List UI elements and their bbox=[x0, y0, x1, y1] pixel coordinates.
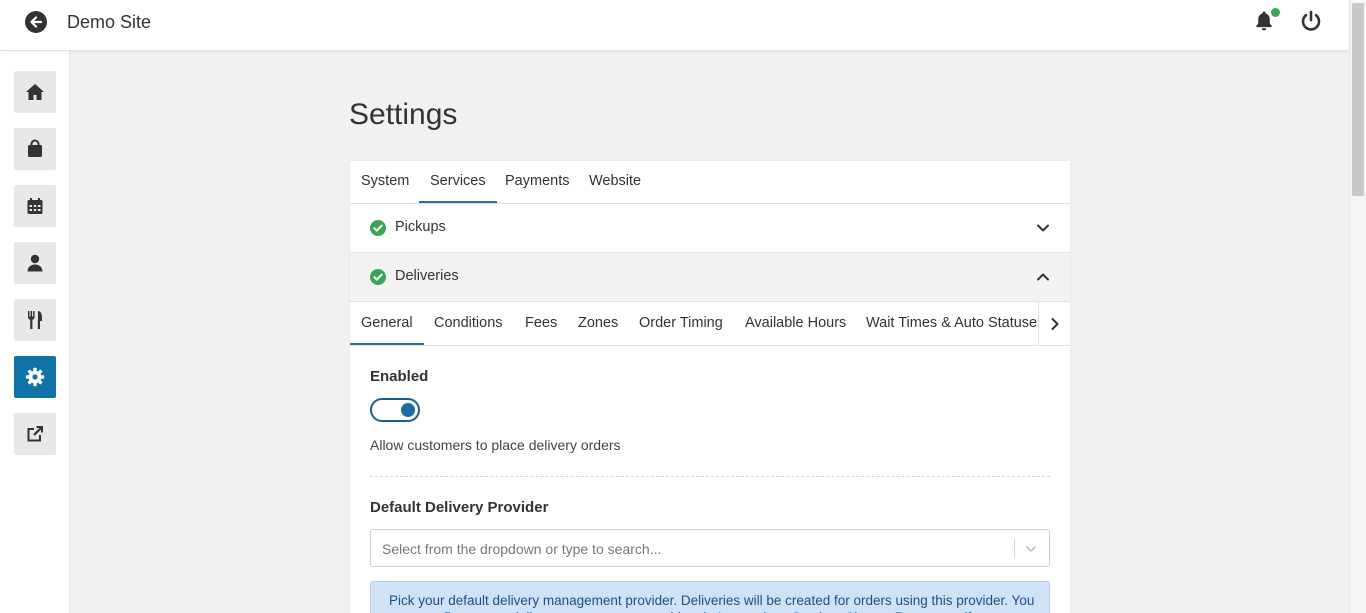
toggle-knob bbox=[401, 403, 415, 417]
chevron-down-icon bbox=[1036, 221, 1050, 235]
accordion-deliveries[interactable]: Deliveries bbox=[350, 253, 1070, 302]
tab-website[interactable]: Website bbox=[589, 161, 641, 203]
external-link-icon bbox=[27, 426, 43, 442]
sidebar bbox=[0, 51, 70, 613]
subtab-wait-times[interactable]: Wait Times & Auto Statuses bbox=[866, 302, 1044, 345]
accordion-label: Deliveries bbox=[395, 268, 459, 284]
home-icon bbox=[26, 84, 44, 100]
check-circle-icon bbox=[370, 269, 386, 285]
settings-tabs: System Services Payments Website bbox=[350, 161, 1070, 204]
top-bar: Demo Site bbox=[0, 0, 1349, 51]
subtab-general[interactable]: General bbox=[350, 302, 424, 345]
subtab-order-timing[interactable]: Order Timing bbox=[639, 302, 723, 345]
default-provider-label: Default Delivery Provider bbox=[370, 499, 549, 516]
provider-info-box: Pick your default delivery management pr… bbox=[370, 581, 1050, 613]
subtab-fees[interactable]: Fees bbox=[525, 302, 557, 345]
sidebar-item-external[interactable] bbox=[14, 413, 56, 455]
site-title: Demo Site bbox=[67, 12, 152, 32]
subtabs-next-button[interactable] bbox=[1038, 302, 1070, 345]
back-arrow-icon[interactable] bbox=[25, 11, 47, 33]
page-scrollbar[interactable] bbox=[1349, 0, 1366, 613]
calendar-icon bbox=[27, 198, 43, 214]
sidebar-item-customers[interactable] bbox=[14, 242, 56, 284]
shopping-bag-icon bbox=[28, 139, 42, 157]
sidebar-item-menus[interactable] bbox=[14, 299, 56, 341]
accordion-pickups[interactable]: Pickups bbox=[350, 204, 1070, 253]
subtab-available-hours[interactable]: Available Hours bbox=[745, 302, 846, 345]
enabled-help-text: Allow customers to place delivery orders bbox=[370, 437, 621, 453]
chevron-down-icon[interactable] bbox=[1023, 542, 1039, 556]
notification-dot bbox=[1271, 8, 1280, 17]
chevron-right-icon bbox=[1051, 317, 1058, 330]
scrollbar-thumb[interactable] bbox=[1352, 3, 1364, 196]
section-divider bbox=[370, 476, 1050, 477]
subtab-conditions[interactable]: Conditions bbox=[434, 302, 503, 345]
page-title: Settings bbox=[349, 98, 458, 131]
select-separator bbox=[1014, 539, 1015, 559]
enabled-label: Enabled bbox=[370, 368, 429, 385]
select-placeholder: Select from the dropdown or type to sear… bbox=[382, 541, 662, 557]
sidebar-item-calendar[interactable] bbox=[14, 185, 56, 227]
default-provider-select[interactable]: Select from the dropdown or type to sear… bbox=[370, 529, 1050, 567]
enabled-toggle[interactable] bbox=[370, 398, 420, 422]
sidebar-item-orders[interactable] bbox=[14, 128, 56, 170]
accordion-label: Pickups bbox=[395, 219, 446, 235]
sidebar-item-home[interactable] bbox=[14, 71, 56, 113]
check-circle-icon bbox=[370, 220, 386, 236]
sidebar-item-settings[interactable] bbox=[14, 356, 56, 398]
provider-info-text: Pick your default delivery management pr… bbox=[389, 593, 1035, 613]
subtab-zones[interactable]: Zones bbox=[578, 302, 618, 345]
settings-panel: System Services Payments Website Pickups… bbox=[350, 161, 1070, 613]
power-icon[interactable] bbox=[1299, 9, 1323, 33]
utensils-icon bbox=[28, 311, 42, 329]
user-icon bbox=[27, 254, 43, 272]
tab-payments[interactable]: Payments bbox=[505, 161, 569, 203]
gear-icon bbox=[25, 367, 45, 387]
tab-services[interactable]: Services bbox=[419, 161, 497, 203]
chevron-up-icon bbox=[1036, 270, 1050, 284]
tab-system[interactable]: System bbox=[361, 161, 409, 203]
delivery-subtabs: General Conditions Fees Zones Order Timi… bbox=[350, 302, 1070, 346]
